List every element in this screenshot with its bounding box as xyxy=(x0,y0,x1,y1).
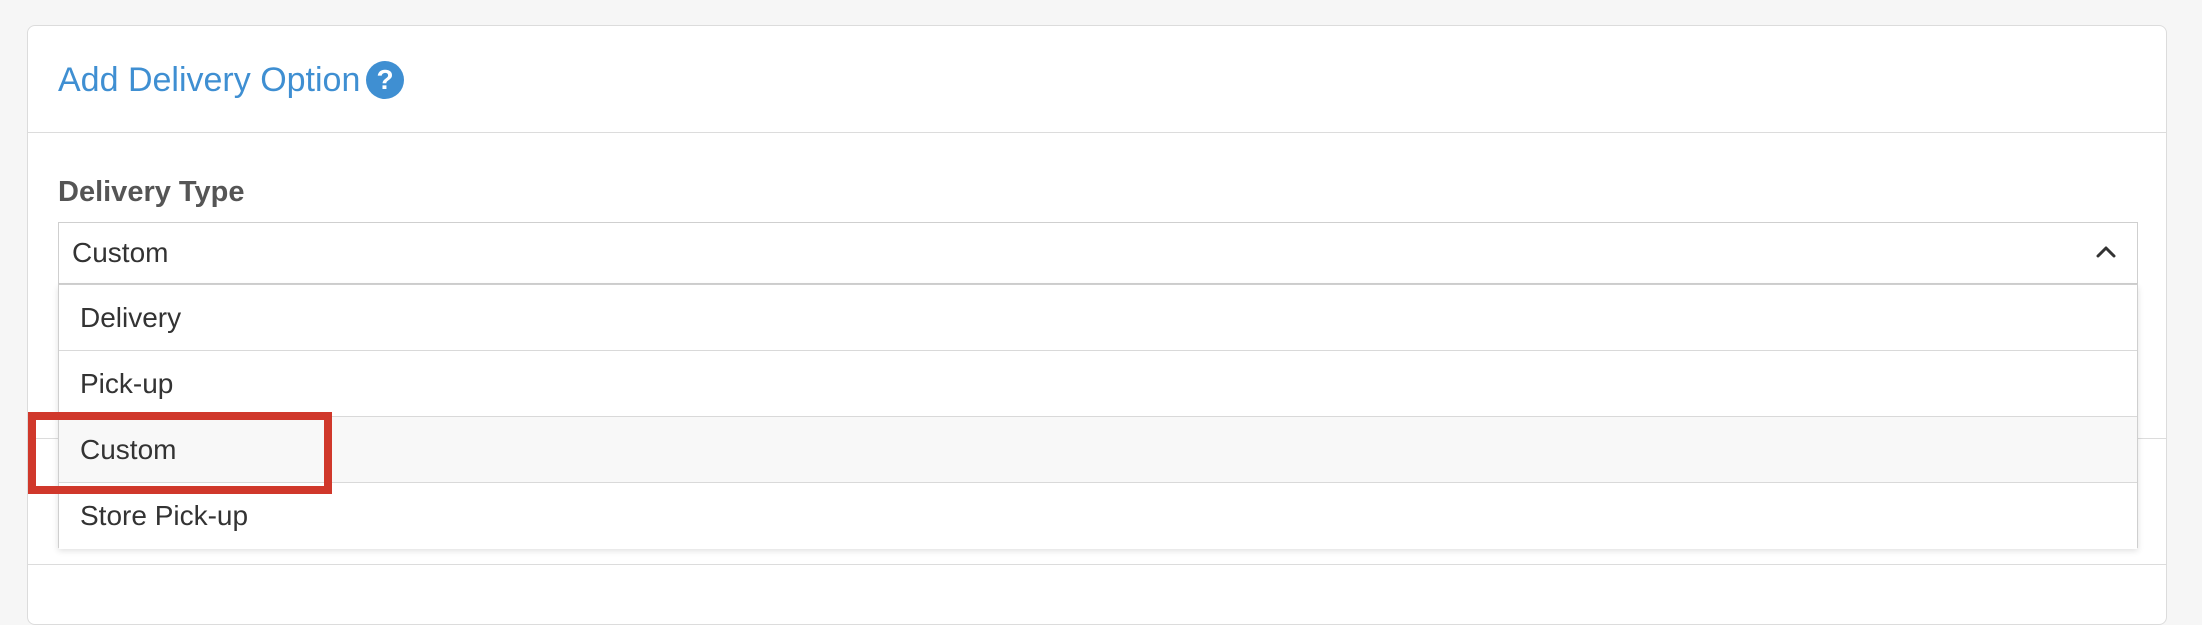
delivery-type-select[interactable]: Custom xyxy=(58,222,2138,284)
selected-value: Custom xyxy=(72,237,169,268)
dropdown-option-pick-up[interactable]: Pick-up xyxy=(59,351,2137,417)
delivery-type-label: Delivery Type xyxy=(58,176,245,208)
delivery-type-dropdown: Delivery Pick-up Custom Store Pick-up xyxy=(58,284,2138,549)
panel-title: Add Delivery Option xyxy=(58,61,361,99)
panel-header: Add Delivery Option ? xyxy=(28,26,2166,133)
background-divider xyxy=(27,564,2167,565)
option-label: Delivery xyxy=(80,302,182,333)
option-label: Pick-up xyxy=(80,368,174,399)
annotation-highlight-box xyxy=(28,412,332,494)
dropdown-option-custom[interactable]: Custom xyxy=(59,417,2137,483)
option-label: Store Pick-up xyxy=(80,500,249,531)
dropdown-option-store-pick-up[interactable]: Store Pick-up xyxy=(59,483,2137,549)
dropdown-option-delivery[interactable]: Delivery xyxy=(59,285,2137,351)
question-circle-icon[interactable]: ? xyxy=(366,61,404,99)
chevron-up-icon[interactable] xyxy=(2095,241,2117,263)
